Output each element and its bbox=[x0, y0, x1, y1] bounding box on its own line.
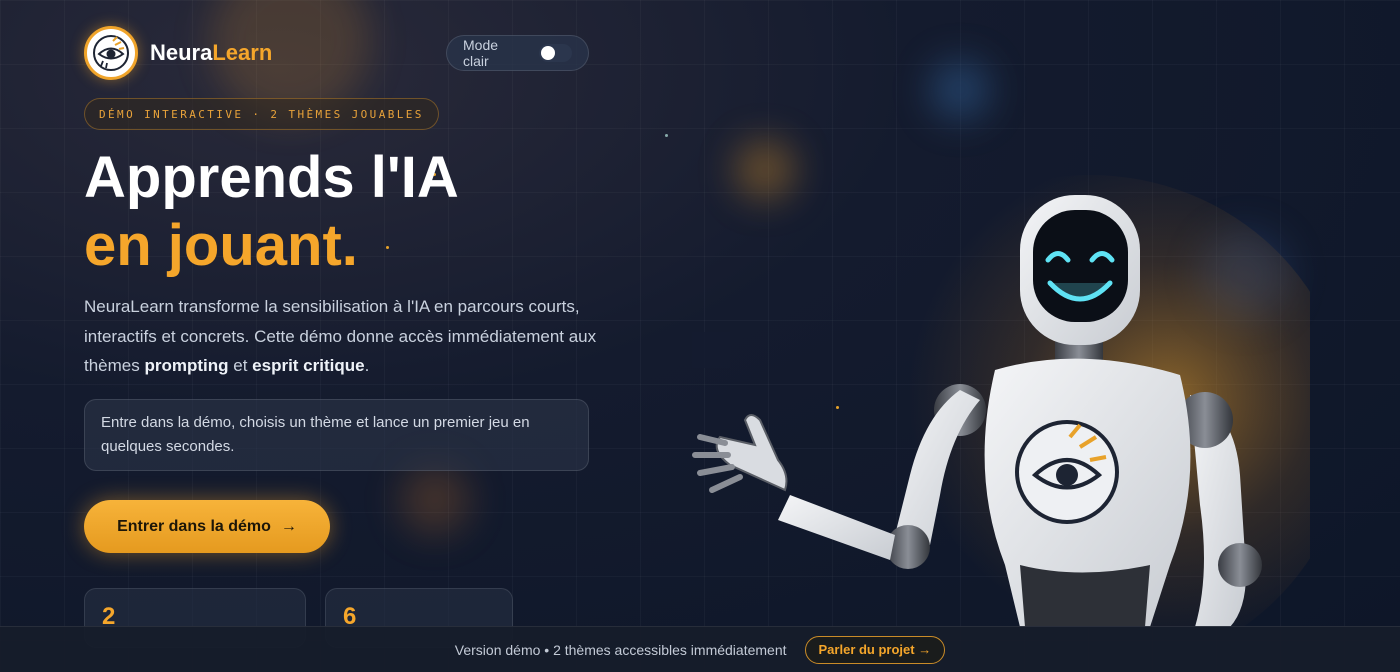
eye-circuit-logo-icon bbox=[84, 26, 138, 80]
background-glow bbox=[930, 60, 990, 120]
page-title: Apprends l'IA en jouant. bbox=[84, 144, 459, 280]
mode-toggle-label: Mode clair bbox=[463, 37, 499, 69]
contact-project-button[interactable]: Parler du projet → bbox=[804, 635, 946, 664]
switch-knob bbox=[540, 46, 555, 60]
hint-box: Entre dans la démo, choisis un thème et … bbox=[84, 399, 589, 471]
title-line-1: Apprends l'IA bbox=[84, 145, 459, 210]
intro-paragraph: NeuraLearn transforme la sensibilisation… bbox=[84, 292, 604, 381]
background-particle bbox=[665, 134, 668, 137]
theme-mode-toggle[interactable]: Mode clair bbox=[446, 35, 589, 71]
intro-text: . bbox=[364, 356, 370, 375]
robot-elbow-right bbox=[1218, 543, 1262, 587]
footer-version-text: Version démo • 2 thèmes accessibles immé… bbox=[454, 641, 787, 658]
intro-keyword-critical-thinking: esprit critique bbox=[252, 356, 365, 375]
brand-name-part2: Learn bbox=[212, 40, 273, 65]
brand[interactable]: NeuraLearn bbox=[84, 26, 272, 80]
mode-switch[interactable] bbox=[538, 44, 572, 62]
robot-waist bbox=[1020, 565, 1150, 627]
intro-keyword-prompting: prompting bbox=[144, 356, 229, 375]
footer-bar: Version démo • 2 thèmes accessibles immé… bbox=[0, 626, 1400, 672]
robot-illustration bbox=[692, 175, 1310, 627]
brand-name-part1: Neura bbox=[150, 40, 213, 65]
enter-demo-label: Entrer dans la démo bbox=[117, 517, 271, 535]
demo-badge: DÉMO INTERACTIVE · 2 THÈMES JOUABLES bbox=[84, 98, 439, 130]
intro-text: et bbox=[228, 356, 253, 375]
background-glow bbox=[400, 465, 470, 535]
title-line-2: en jouant. bbox=[84, 213, 358, 278]
arrow-right-icon: → bbox=[280, 517, 297, 535]
enter-demo-button[interactable]: Entrer dans la démo → bbox=[84, 500, 330, 553]
brand-name: NeuraLearn bbox=[150, 40, 272, 66]
robot-face-screen bbox=[1033, 210, 1128, 322]
